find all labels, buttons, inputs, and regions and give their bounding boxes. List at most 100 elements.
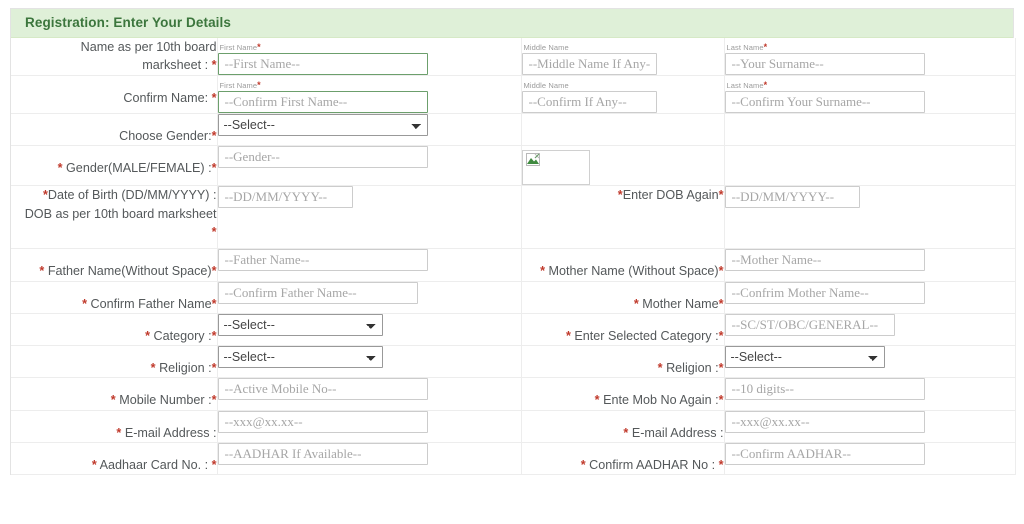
confirm-first-name-input[interactable] <box>218 91 428 113</box>
label-text: Confirm Name: <box>123 91 208 105</box>
required-asterisk: * <box>581 458 586 472</box>
minilabel-middle-name: Middle Name <box>524 81 724 90</box>
aadhaar-number-input[interactable] <box>218 443 428 465</box>
cell-empty <box>724 146 1015 186</box>
required-asterisk: * <box>212 458 217 472</box>
label-text: Confirm Father Name <box>91 297 212 311</box>
required-asterisk: * <box>151 361 156 375</box>
label-mother-name: * Mother Name (Without Space)* <box>521 249 724 281</box>
required-asterisk: * <box>39 264 44 278</box>
email-input[interactable] <box>218 411 428 433</box>
cell-aadhaar-confirm <box>724 442 1015 474</box>
label-text: E-mail Address : <box>632 426 724 440</box>
religion-select[interactable]: --Select-- <box>218 346 383 368</box>
table-row: * Religion :* --Select-- * Religion :* <box>11 346 1015 378</box>
middle-name-input[interactable] <box>522 53 657 75</box>
cell-mother-name <box>724 249 1015 281</box>
cell-aadhaar <box>217 442 521 474</box>
required-asterisk: * <box>566 329 571 343</box>
cell-first-name: First Name* <box>217 38 521 76</box>
father-name-input[interactable] <box>218 249 428 271</box>
table-row: * Mobile Number :* * Ente Mob No Again :… <box>11 378 1015 410</box>
date-of-birth-input[interactable] <box>218 186 353 208</box>
mobile-number-again-input[interactable] <box>725 378 925 400</box>
label-text: Ente Mob No Again : <box>603 393 719 407</box>
label-line-1: Date of Birth (DD/MM/YYYY) : <box>48 188 217 202</box>
required-asterisk: * <box>212 361 217 375</box>
gender-text-input[interactable] <box>218 146 428 168</box>
required-asterisk: * <box>212 91 217 105</box>
label-choose-gender: Choose Gender:* <box>11 114 217 146</box>
confirm-last-name-input[interactable] <box>725 91 925 113</box>
cell-confirm-last-name: Last Name* <box>724 76 1015 114</box>
label-religion-right: * Religion :* <box>521 346 724 378</box>
minilabel-last-name: Last Name* <box>727 43 1015 52</box>
label-text: E-mail Address : <box>125 426 217 440</box>
label-aadhaar: * Aadhaar Card No. : * <box>11 442 217 474</box>
cell-confirm-mother-name <box>724 281 1015 313</box>
enter-selected-category-input[interactable] <box>725 314 895 336</box>
cell-last-name: Last Name* <box>724 38 1015 76</box>
label-line-1: Name as per 10th board <box>81 40 217 54</box>
cell-email-confirm <box>724 410 1015 442</box>
required-asterisk: * <box>212 225 217 239</box>
aadhaar-confirm-input[interactable] <box>725 443 925 465</box>
cell-confirm-father-name <box>217 281 521 313</box>
required-asterisk: * <box>212 297 217 311</box>
label-email: * E-mail Address : <box>11 410 217 442</box>
required-asterisk: * <box>212 161 217 175</box>
table-row: * Confirm Father Name* * Mother Name* <box>11 281 1015 313</box>
label-text: Choose Gender: <box>119 129 211 143</box>
table-row: * Father Name(Without Space) * * Mother N… <box>11 249 1015 281</box>
confirm-father-name-input[interactable] <box>218 282 418 304</box>
label-enter-selected-category: * Enter Selected Category :* <box>521 313 724 345</box>
table-row: * Category :* --Select-- * Enter Selecte… <box>11 313 1015 345</box>
email-confirm-input[interactable] <box>725 411 925 433</box>
label-category: * Category :* <box>11 313 217 345</box>
required-asterisk: * <box>540 264 545 278</box>
label-text: Gender(MALE/FEMALE) : <box>66 161 212 175</box>
label-text: Enter DOB Again <box>623 188 719 202</box>
required-asterisk: * <box>212 393 217 407</box>
category-select[interactable]: --Select-- <box>218 314 383 336</box>
cell-middle-name: Middle Name <box>521 38 724 76</box>
date-of-birth-again-input[interactable] <box>725 186 860 208</box>
label-aadhaar-confirm: * Confirm AADHAR No : * <box>521 442 724 474</box>
confirm-middle-name-input[interactable] <box>522 91 657 113</box>
label-religion: * Religion :* <box>11 346 217 378</box>
cell-confirm-first-name: First Name* <box>217 76 521 114</box>
required-asterisk: * <box>719 458 724 472</box>
cell-confirm-middle-name: Middle Name <box>521 76 724 114</box>
mobile-number-input[interactable] <box>218 378 428 400</box>
label-confirm-father-name: * Confirm Father Name* <box>11 281 217 313</box>
cell-religion-right: --Select-- <box>724 346 1015 378</box>
label-mobile-number: * Mobile Number :* <box>11 378 217 410</box>
required-asterisk: * <box>58 161 63 175</box>
table-row: * Aadhaar Card No. : * * Confirm AADHAR … <box>11 442 1015 474</box>
minilabel-text: Last Name <box>727 43 764 52</box>
last-name-input[interactable] <box>725 53 925 75</box>
minilabel-text: Last Name <box>727 81 764 90</box>
required-asterisk: * <box>116 426 121 440</box>
label-date-of-birth: *Date of Birth (DD/MM/YYYY) : DOB as per… <box>11 186 217 249</box>
table-row: Name as per 10th board marksheet : * Fir… <box>11 38 1015 76</box>
minilabel-first-name: First Name* <box>220 81 521 90</box>
label-name-10th-board: Name as per 10th board marksheet : * <box>11 38 217 76</box>
required-asterisk: * <box>658 361 663 375</box>
required-asterisk: * <box>764 80 768 90</box>
first-name-input[interactable] <box>218 53 428 75</box>
minilabel-text: First Name <box>220 43 258 52</box>
registration-panel: Registration: Enter Your Details Name as… <box>10 8 1014 475</box>
required-asterisk: * <box>257 42 261 52</box>
required-asterisk: * <box>82 297 87 311</box>
minilabel-middle-name: Middle Name <box>524 43 724 52</box>
gender-select[interactable]: --Select-- <box>218 114 428 136</box>
religion-confirm-select[interactable]: --Select-- <box>725 346 885 368</box>
table-row: *Date of Birth (DD/MM/YYYY) : DOB as per… <box>11 186 1015 249</box>
broken-image-icon <box>522 150 590 185</box>
label-text: Father Name(Without Space) <box>48 264 212 278</box>
confirm-mother-name-input[interactable] <box>725 282 925 304</box>
required-asterisk: * <box>623 426 628 440</box>
minilabel-last-name: Last Name* <box>727 81 1015 90</box>
mother-name-input[interactable] <box>725 249 925 271</box>
